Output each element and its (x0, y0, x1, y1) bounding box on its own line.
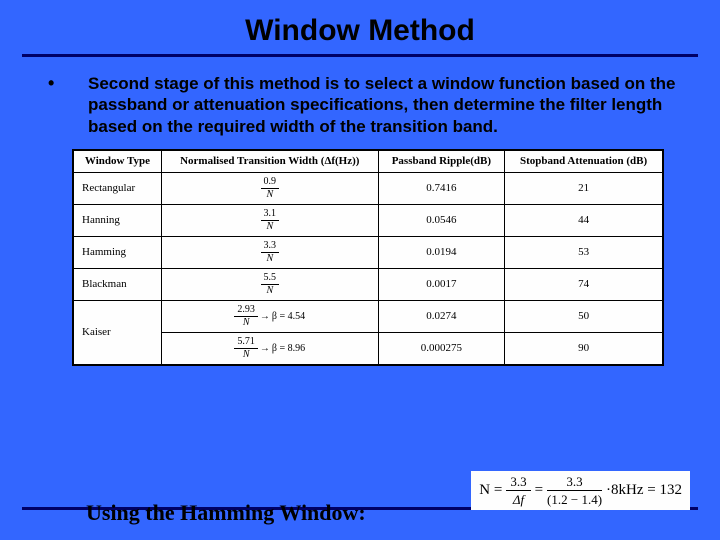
table-row: Hamming 3.3N 0.0194 53 (74, 236, 663, 268)
col-header-atten: Stopband Attenuation (dB) (505, 150, 663, 172)
col-header-ripple: Passband Ripple(dB) (378, 150, 505, 172)
cell-atten: 21 (505, 172, 663, 204)
equation: N = 3.3 Δf = 3.3 (1.2 − 1.4) ·8kHz = 132 (471, 471, 690, 510)
eq-fraction: 3.3 Δf (506, 475, 530, 506)
cell-type: Hamming (74, 236, 162, 268)
hamming-label: Using the Hamming Window: (86, 500, 366, 526)
cell-type: Rectangular (74, 172, 162, 204)
cell-type: Kaiser (74, 300, 162, 364)
cell-width: 3.3N (161, 236, 378, 268)
cell-width: 0.9N (161, 172, 378, 204)
cell-atten: 90 (505, 332, 663, 364)
cell-ripple: 0.0194 (378, 236, 505, 268)
col-header-width: Normalised Transition Width (Δf(Hz)) (161, 150, 378, 172)
table-row-kaiser: 5.71N→β = 8.96 0.000275 90 (74, 332, 663, 364)
cell-width: 2.93N→β = 4.54 (161, 300, 378, 332)
cell-ripple: 0.7416 (378, 172, 505, 204)
bullet-item: • Second stage of this method is to sele… (0, 57, 720, 137)
cell-width: 5.71N→β = 8.96 (161, 332, 378, 364)
cell-type: Hanning (74, 204, 162, 236)
cell-type: Blackman (74, 268, 162, 300)
page-title: Window Method (0, 0, 720, 48)
table-row-kaiser: Kaiser 2.93N→β = 4.54 0.0274 50 (74, 300, 663, 332)
table-row: Hanning 3.1N 0.0546 44 (74, 204, 663, 236)
table-row: Rectangular 0.9N 0.7416 21 (74, 172, 663, 204)
cell-atten: 74 (505, 268, 663, 300)
cell-ripple: 0.0274 (378, 300, 505, 332)
col-header-type: Window Type (74, 150, 162, 172)
cell-ripple: 0.000275 (378, 332, 505, 364)
cell-atten: 44 (505, 204, 663, 236)
cell-width: 5.5N (161, 268, 378, 300)
bullet-text: Second stage of this method is to select… (88, 73, 680, 137)
bullet-marker: • (48, 73, 88, 137)
window-table: Window Type Normalised Transition Width … (72, 149, 664, 366)
cell-ripple: 0.0546 (378, 204, 505, 236)
cell-width: 3.1N (161, 204, 378, 236)
eq-suffix: ·8kHz = 132 (606, 482, 682, 499)
cell-ripple: 0.0017 (378, 268, 505, 300)
eq-equals: = (535, 482, 543, 499)
table-row: Blackman 5.5N 0.0017 74 (74, 268, 663, 300)
eq-lhs: N = (479, 482, 502, 499)
eq-fraction: 3.3 (1.2 − 1.4) (547, 475, 602, 506)
cell-atten: 53 (505, 236, 663, 268)
cell-atten: 50 (505, 300, 663, 332)
